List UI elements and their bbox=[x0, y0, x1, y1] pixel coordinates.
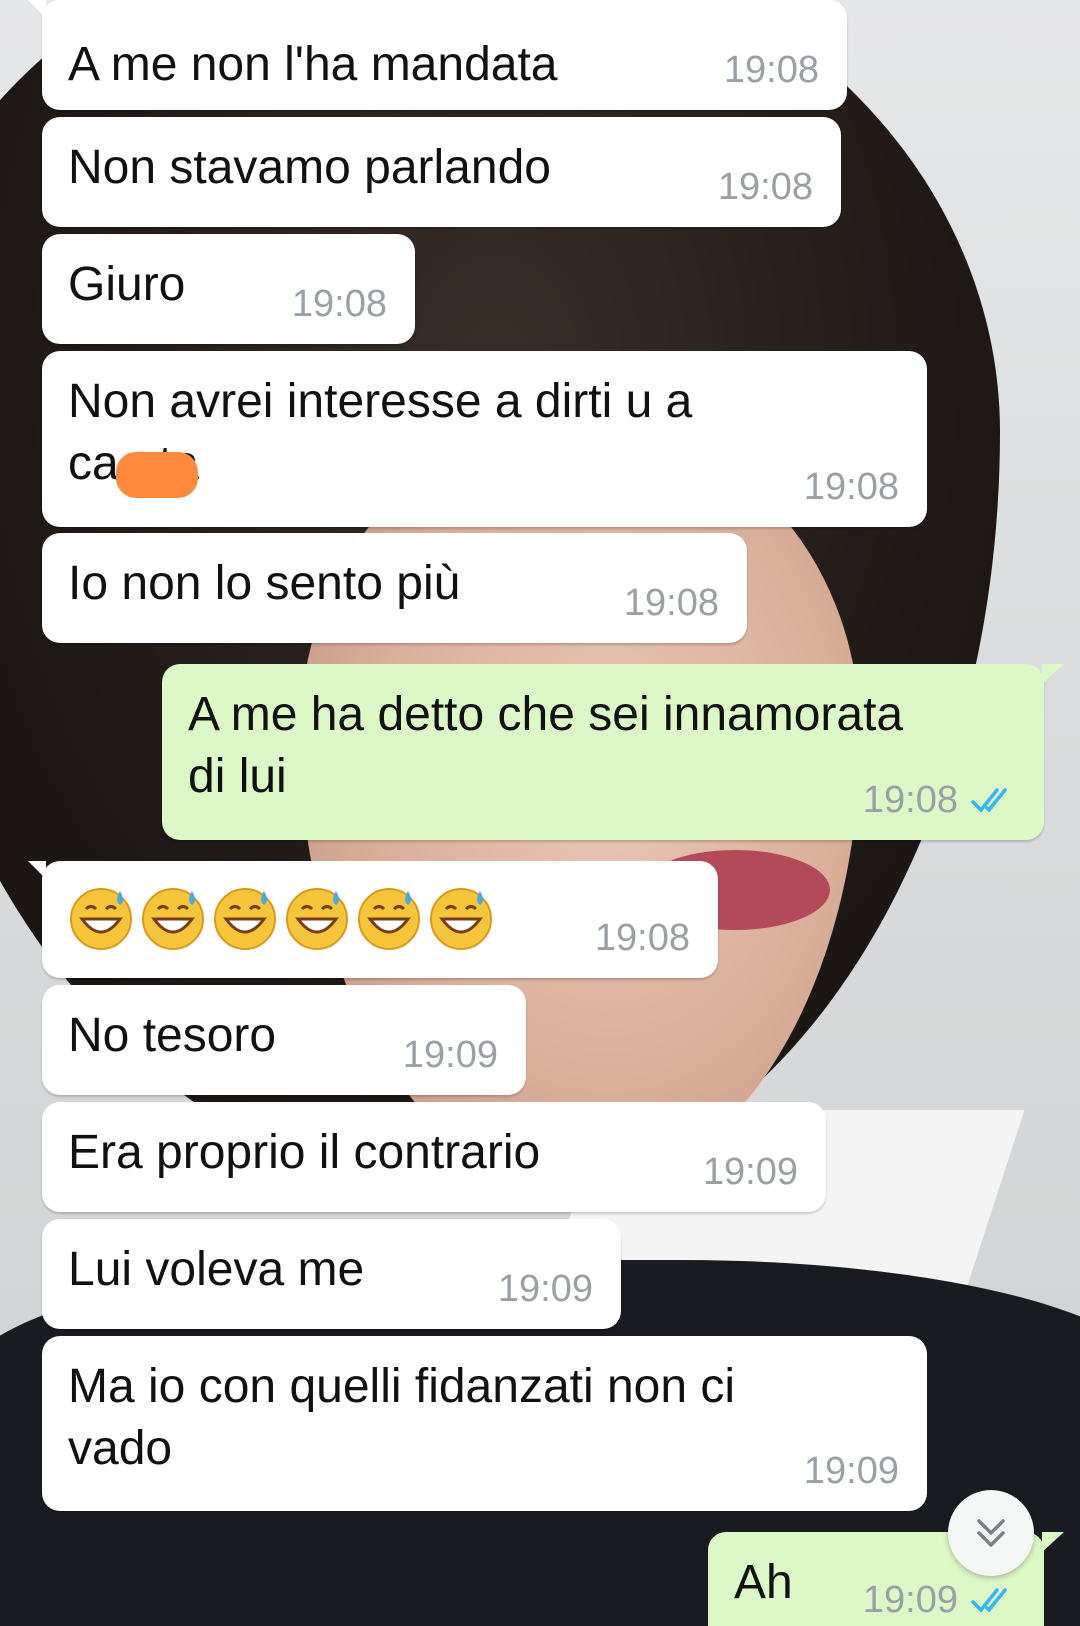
message-meta: 19:08 bbox=[595, 917, 690, 960]
redaction-mark bbox=[116, 452, 198, 498]
grinning-sweat-emoji-icon bbox=[214, 888, 276, 950]
message-meta: 19:09 bbox=[863, 1579, 1016, 1622]
message-time: 19:08 bbox=[594, 917, 690, 959]
message-time: 19:09 bbox=[803, 1450, 899, 1492]
bubble-tail bbox=[28, 0, 46, 18]
grinning-sweat-emoji-icon bbox=[430, 888, 492, 950]
message-bubble-outgoing[interactable]: A me ha detto che sei innamorata di lui … bbox=[162, 664, 1064, 840]
message-meta: 19:08 bbox=[718, 166, 813, 209]
message-bubble[interactable]: 19:08 bbox=[28, 861, 718, 978]
message-bubble[interactable]: Non stavamo parlando 19:08 bbox=[42, 117, 841, 227]
message-time: 19:08 bbox=[803, 466, 899, 508]
message-text: Non stavamo parlando bbox=[68, 141, 551, 194]
message-meta: 19:08 bbox=[292, 283, 387, 326]
grinning-sweat-emoji-icon bbox=[70, 888, 132, 950]
message-time: 19:09 bbox=[402, 1034, 498, 1076]
grinning-sweat-emoji-icon bbox=[286, 888, 348, 950]
message-time: 19:09 bbox=[497, 1268, 593, 1310]
message-time: 19:08 bbox=[291, 283, 387, 325]
message-bubble[interactable]: Non avrei interesse a dirti u a ca ata 1… bbox=[42, 351, 927, 527]
message-bubble[interactable]: Giuro 19:08 bbox=[42, 234, 415, 344]
scroll-to-bottom-button[interactable] bbox=[948, 1490, 1034, 1576]
message-time: 19:08 bbox=[717, 166, 813, 208]
bubble-tail bbox=[1042, 664, 1064, 684]
message-text: A me non l'ha mandata bbox=[68, 38, 558, 91]
message-list[interactable]: A me non l'ha mandata 19:08 Non stavamo … bbox=[0, 0, 1080, 1626]
message-meta: 19:08 bbox=[624, 582, 719, 625]
bubble-tail bbox=[28, 861, 46, 879]
chevron-double-down-icon bbox=[977, 1519, 1005, 1547]
message-time: 19:09 bbox=[702, 1151, 798, 1193]
message-meta: 19:09 bbox=[498, 1268, 593, 1311]
message-meta: 19:08 bbox=[804, 466, 899, 509]
message-time: 19:08 bbox=[862, 779, 958, 821]
message-meta: 19:09 bbox=[804, 1450, 899, 1493]
double-check-icon bbox=[970, 786, 1016, 816]
message-bubble[interactable]: Io non lo sento più 19:08 bbox=[42, 533, 747, 643]
message-meta: 19:08 bbox=[724, 49, 819, 92]
message-meta: 19:09 bbox=[403, 1034, 498, 1077]
message-meta: 19:09 bbox=[703, 1151, 798, 1194]
double-check-icon bbox=[970, 1586, 1016, 1616]
message-time: 19:09 bbox=[862, 1579, 958, 1621]
message-bubble[interactable]: Era proprio il contrario 19:09 bbox=[42, 1102, 826, 1212]
message-text: Era proprio il contrario bbox=[68, 1126, 541, 1179]
message-bubble[interactable]: Ma io con quelli fidanzati non ci vado 1… bbox=[42, 1336, 927, 1511]
grinning-sweat-emoji-icon bbox=[142, 888, 204, 950]
message-bubble[interactable]: No tesoro 19:09 bbox=[42, 985, 526, 1095]
message-bubble[interactable]: A me non l'ha mandata 19:08 bbox=[28, 0, 847, 110]
message-bubble[interactable]: Lui voleva me 19:09 bbox=[42, 1219, 621, 1329]
message-time: 19:08 bbox=[623, 582, 719, 624]
message-text: Ma io con quelli fidanzati non ci vado bbox=[68, 1360, 736, 1475]
grinning-sweat-emoji-icon bbox=[358, 888, 420, 950]
message-time: 19:08 bbox=[723, 49, 819, 91]
bubble-tail bbox=[1042, 1532, 1064, 1552]
message-meta: 19:08 bbox=[863, 779, 1016, 822]
